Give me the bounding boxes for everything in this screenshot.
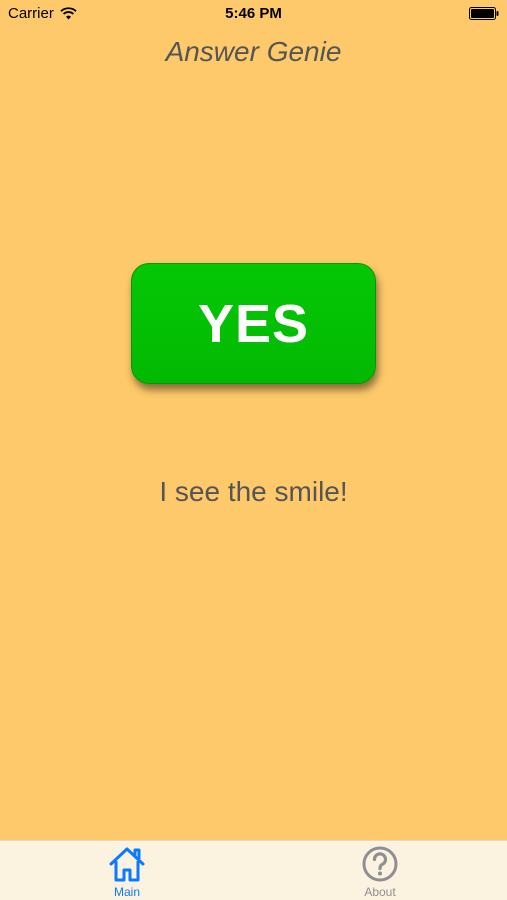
answer-message: I see the smile! — [159, 476, 348, 507]
tab-about-label: About — [364, 885, 396, 899]
question-icon — [362, 846, 398, 882]
home-icon — [109, 847, 145, 882]
answer-label: YES — [197, 293, 310, 354]
battery-icon — [469, 7, 499, 20]
tab-main[interactable]: Main — [77, 845, 177, 899]
tab-main-label: Main — [113, 885, 140, 899]
status-bar: Carrier 5:46 PM — [0, 0, 507, 28]
tab-bar: Main About — [0, 840, 507, 900]
tab-about[interactable]: About — [330, 845, 430, 899]
answer-button[interactable]: YES — [131, 263, 376, 384]
page-title: Answer Genie — [165, 36, 342, 67]
status-time: 5:46 PM — [225, 5, 282, 22]
